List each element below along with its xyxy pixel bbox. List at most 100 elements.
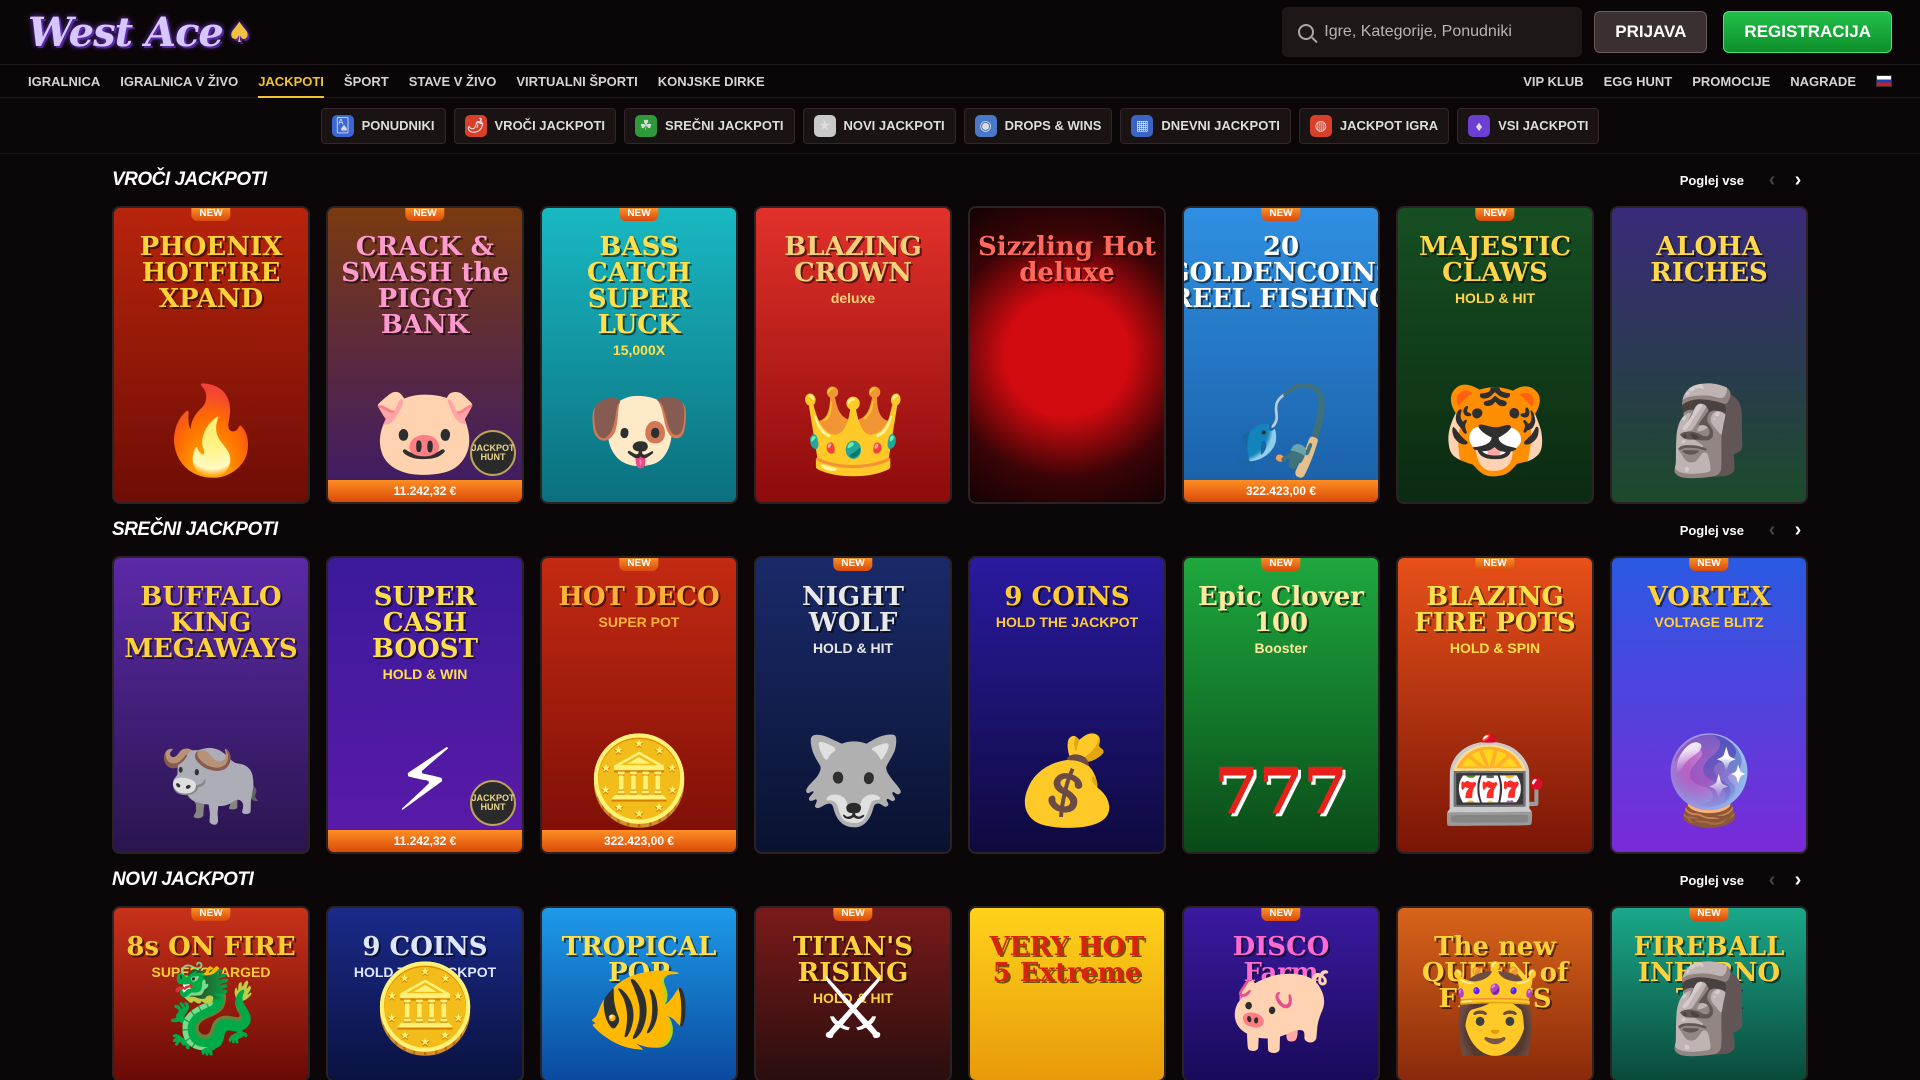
wheel-icon: ◍ xyxy=(1309,114,1332,137)
chevron-left-icon[interactable]: ‹ xyxy=(1762,169,1782,191)
game-card[interactable]: The new QUEEN of FRUITS 👸 xyxy=(1396,906,1594,1080)
game-title: PHOENIX HOTFIRE XPAND xyxy=(139,232,283,314)
game-card[interactable]: NEW DISCO Farm HOLD & WIN 🐖 xyxy=(1182,906,1380,1080)
game-card[interactable]: NEW TITAN'S RISING HOLD & HIT ⚔ xyxy=(754,906,952,1080)
chili-icon: 🌶 xyxy=(464,114,487,137)
game-card[interactable]: NEW CRACK & SMASH the PIGGY BANK 🐷 JACKPOT … xyxy=(326,206,524,504)
game-title: Sizzling Hot deluxe xyxy=(978,232,1156,288)
nav-item-igralnica[interactable]: IGRALNICA xyxy=(28,64,100,98)
game-card[interactable]: BUFFALO KING MEGAWAYS 🐃 xyxy=(112,556,310,854)
nav-item-vip-klub[interactable]: VIP KLUB xyxy=(1523,64,1583,98)
fish-icon: 🐠 xyxy=(585,961,693,1057)
game-subtitle: deluxe xyxy=(830,290,876,306)
nav-item-egg-hunt[interactable]: EGG HUNT xyxy=(1604,64,1673,98)
game-row: NEW PHOENIX HOTFIRE XPAND 🔥 NEW CRACK & SMAS… xyxy=(112,206,1920,504)
game-card[interactable]: 9 COINS HOLD THE JACKPOT 🪙 xyxy=(326,906,524,1080)
chevron-right-icon[interactable]: › xyxy=(1788,519,1808,541)
treasure-chest-icon: 💰 xyxy=(1013,733,1121,829)
chevron-right-icon[interactable]: › xyxy=(1788,869,1808,891)
new-badge: NEW xyxy=(405,208,445,221)
category-ponudniki[interactable]: 🂡 PONUDNIKI xyxy=(320,107,446,144)
game-card[interactable]: NEW FIREBALL INFERNO TIKI 🗿 xyxy=(1610,906,1808,1080)
game-card[interactable]: BLAZING CROWN deluxe 👑 xyxy=(754,206,952,504)
search-box[interactable] xyxy=(1282,7,1583,57)
game-card[interactable]: NEW 8s ON FIRE SUPERCHARGED 🐉 xyxy=(112,906,310,1080)
section-header: VROČI JACKPOTI Poglej vse ‹ › xyxy=(112,154,1920,206)
crown-icon: 👑 xyxy=(799,383,907,479)
game-card[interactable]: NEW HOT DECO SUPER POT 🪙 322.423,00 € xyxy=(540,556,738,854)
category-label: DNEVNI JACKPOTI xyxy=(1161,118,1280,133)
pot-of-gold-icon: 🪙 xyxy=(585,733,693,829)
nav-item-sport[interactable]: ŠPORT xyxy=(344,64,389,98)
game-title: MAJESTIC CLAWS xyxy=(1418,232,1572,288)
category-vsi-jackpoti[interactable]: ♦ VSI JACKPOTI xyxy=(1457,107,1600,144)
game-title: BASS CATCH SUPER LUCK xyxy=(586,232,692,340)
category-jackpot-igra[interactable]: ◍ JACKPOT IGRA xyxy=(1298,107,1450,144)
game-card[interactable]: ALOHA RICHES 🗿 xyxy=(1610,206,1808,504)
category-vroci-jackpoti[interactable]: 🌶 VROČI JACKPOTI xyxy=(453,107,617,144)
game-title: Epic Clover 100 xyxy=(1197,582,1365,638)
game-title: 20 GOLDENCOINS REEL FISHING xyxy=(1184,232,1380,314)
game-card[interactable]: NEW MAJESTIC CLAWS HOLD & HIT 🐯 xyxy=(1396,206,1594,504)
game-card[interactable]: NEW NIGHT WOLF HOLD & HIT 🐺 xyxy=(754,556,952,854)
new-badge: NEW xyxy=(1475,558,1515,571)
chevron-left-icon[interactable]: ‹ xyxy=(1762,869,1782,891)
new-badge: NEW xyxy=(833,908,873,921)
category-label: DROPS & WINS xyxy=(1004,118,1102,133)
nav-item-stave-v-zivo[interactable]: STAVE V ŽIVO xyxy=(409,64,497,98)
logo-text: West Ace xyxy=(28,8,224,56)
coins-icon: ◉ xyxy=(974,114,997,137)
game-card[interactable]: VERY HOT 5 Extreme xyxy=(968,906,1166,1080)
search-input[interactable] xyxy=(1324,23,1567,41)
new-badge: NEW xyxy=(833,558,873,571)
dog-icon: 🐶 xyxy=(585,383,693,479)
game-subtitle: HOLD & HIT xyxy=(812,640,894,656)
login-button[interactable]: PRIJAVA xyxy=(1594,11,1708,53)
view-all-link[interactable]: Poglej vse xyxy=(1680,873,1744,888)
view-all-link[interactable]: Poglej vse xyxy=(1680,173,1744,188)
site-logo[interactable]: West Ace ♠ xyxy=(28,8,252,56)
language-flag-icon[interactable] xyxy=(1876,75,1892,87)
category-srecni-jackpoti[interactable]: ☘ SREČNI JACKPOTI xyxy=(624,107,795,144)
phoenix-icon: 🔥 xyxy=(157,383,265,479)
spade-icon: ♠ xyxy=(226,15,252,49)
game-card[interactable]: Sizzling Hot deluxe xyxy=(968,206,1166,504)
category-novi-jackpoti[interactable]: ★ NOVI JACKPOTI xyxy=(802,107,956,144)
game-card[interactable]: NEW 20 GOLDENCOINS REEL FISHING 🎣322.423,0… xyxy=(1182,206,1380,504)
game-card[interactable]: NEW VORTEX VOLTAGE BLITZ 🔮 xyxy=(1610,556,1808,854)
new-badge: NEW xyxy=(619,558,659,571)
game-card[interactable]: 9 COINS HOLD THE JACKPOT 💰 xyxy=(968,556,1166,854)
game-subtitle: SUPER POT xyxy=(598,614,680,630)
game-title: 8s ON FIRE xyxy=(126,932,296,962)
chevron-right-icon[interactable]: › xyxy=(1788,169,1808,191)
game-card[interactable]: NEW PHOENIX HOTFIRE XPAND 🔥 xyxy=(112,206,310,504)
section-header: NOVI JACKPOTI Poglej vse ‹ › xyxy=(112,854,1920,906)
game-title: BUFFALO KING MEGAWAYS xyxy=(124,582,298,664)
fire-reels-icon: 🎰 xyxy=(1441,733,1549,829)
game-title: ALOHA RICHES xyxy=(1650,232,1768,288)
nav-item-konjske-dirke[interactable]: KONJSKE DIRKE xyxy=(658,64,765,98)
nav-item-jackpoti[interactable]: JACKPOTI xyxy=(258,64,324,98)
jackpot-amount: 11.242,32 € xyxy=(328,480,522,502)
chevron-left-icon[interactable]: ‹ xyxy=(1762,519,1782,541)
category-drops-wins[interactable]: ◉ DROPS & WINS xyxy=(963,107,1113,144)
game-card[interactable]: NEW BASS CATCH SUPER LUCK 15,000X 🐶 xyxy=(540,206,738,504)
game-card[interactable]: SUPER CASH BOOST HOLD & WIN ⚡ JACKPOT HUNT 1… xyxy=(326,556,524,854)
nav-item-virtualni-sporti[interactable]: VIRTUALNI ŠPORTI xyxy=(516,64,637,98)
game-subtitle: 15,000X xyxy=(612,342,666,358)
top-bar: West Ace ♠ PRIJAVA REGISTRACIJA xyxy=(0,0,1920,64)
sevens-icon: 777 xyxy=(1214,754,1348,829)
view-all-link[interactable]: Poglej vse xyxy=(1680,523,1744,538)
game-card[interactable]: TROPICAL POP 🐠 xyxy=(540,906,738,1080)
section-title: SREČNI JACKPOTI xyxy=(112,519,278,540)
clover-icon: ☘ xyxy=(635,114,658,137)
category-dnevni-jackpoti[interactable]: ▦ DNEVNI JACKPOTI xyxy=(1120,107,1291,144)
jackpot-hunt-badge: JACKPOT HUNT xyxy=(470,780,516,826)
register-button[interactable]: REGISTRACIJA xyxy=(1723,11,1892,53)
nav-item-nagrade[interactable]: NAGRADE xyxy=(1790,64,1856,98)
nav-item-promocije[interactable]: PROMOCIJE xyxy=(1692,64,1770,98)
nav-item-igralnica-v-zivo[interactable]: IGRALNICA V ŽIVO xyxy=(120,64,238,98)
game-card[interactable]: NEW Epic Clover 100 Booster 777 xyxy=(1182,556,1380,854)
game-card[interactable]: NEW BLAZING FIRE POTS HOLD & SPIN 🎰 xyxy=(1396,556,1594,854)
game-subtitle: VOLTAGE BLITZ xyxy=(1654,614,1764,630)
